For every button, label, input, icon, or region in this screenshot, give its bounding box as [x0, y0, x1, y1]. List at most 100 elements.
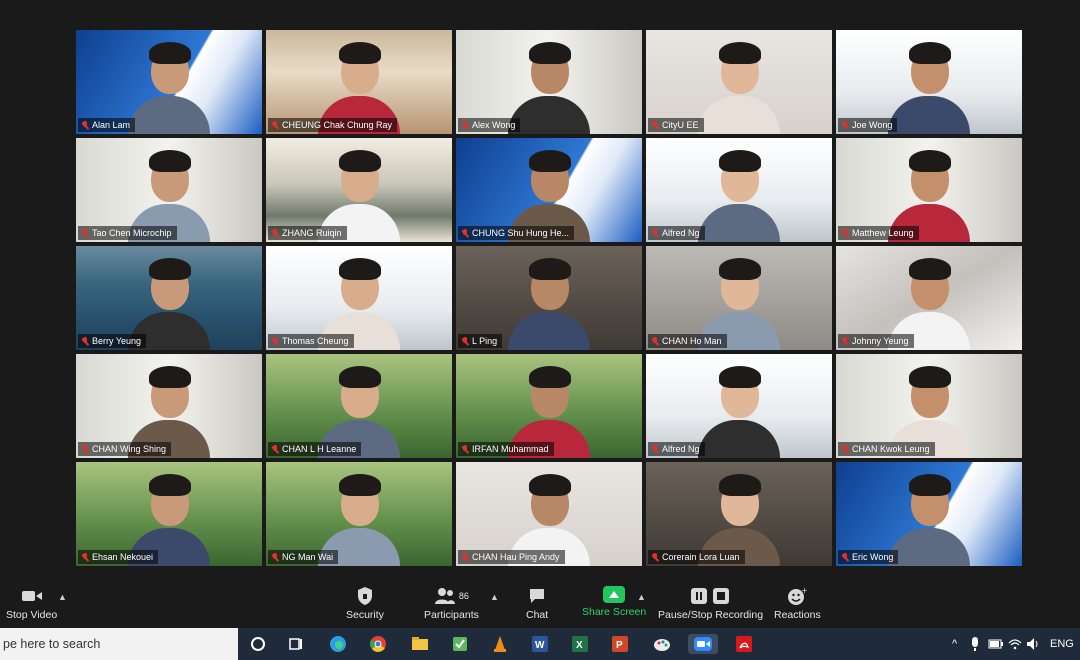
cortana-circle-icon[interactable]	[248, 634, 268, 654]
mic-muted-icon	[651, 552, 659, 562]
participant-tile[interactable]: NG Man Wai	[266, 462, 452, 566]
participant-name: L Ping	[472, 336, 498, 346]
checklist-app-icon[interactable]	[450, 634, 470, 654]
participant-name: CHUNG Shu Hung He...	[472, 228, 570, 238]
microphone-icon[interactable]	[968, 634, 982, 654]
participant-name: Johnny Yeung	[852, 336, 909, 346]
zoom-meeting-window: Alan Lam CHEUNG Chak Chung Ray Alex Wong Ci…	[0, 0, 1080, 660]
participant-name-tag: CHAN Kwok Leung	[838, 442, 935, 456]
participant-name: Joe Wong	[852, 120, 893, 130]
stop-video-button[interactable]: Stop Video	[6, 586, 57, 626]
participant-figure	[504, 250, 594, 350]
gallery-view: Alan Lam CHEUNG Chak Chung Ray Alex Wong Ci…	[76, 30, 1022, 568]
taskbar-search-box[interactable]: pe here to search	[0, 628, 238, 660]
mic-muted-icon	[81, 444, 89, 454]
excel-icon[interactable]: X	[570, 634, 590, 654]
file-explorer-icon[interactable]	[410, 634, 430, 654]
participant-name: CHEUNG Chak Chung Ray	[282, 120, 393, 130]
participant-name-tag: Ehsan Nekouei	[78, 550, 159, 564]
battery-icon[interactable]	[988, 634, 1004, 654]
participant-tile[interactable]: Alex Wong	[456, 30, 642, 134]
zoom-app-icon[interactable]	[688, 634, 718, 654]
participant-tile[interactable]: Corerain Lora Luan	[646, 462, 832, 566]
participant-tile[interactable]: Johnny Yeung	[836, 246, 1022, 350]
participant-tile[interactable]: Alfred Ng	[646, 354, 832, 458]
speaker-volume-icon[interactable]	[1026, 634, 1040, 654]
participant-name-tag: Alan Lam	[78, 118, 136, 132]
participant-name-tag: Eric Wong	[838, 550, 899, 564]
participant-tile[interactable]: CHUNG Shu Hung He...	[456, 138, 642, 242]
mic-muted-icon	[461, 444, 469, 454]
mic-muted-icon	[271, 552, 279, 562]
participant-name-tag: Tao Chen Microchip	[78, 226, 177, 240]
task-view-icon[interactable]	[286, 634, 306, 654]
chat-label: Chat	[526, 609, 549, 621]
meeting-toolbar: Stop Video ▲ Security 86 Participants ▲ …	[0, 578, 1080, 628]
participant-tile[interactable]: Alfred Ng	[646, 138, 832, 242]
participant-name-tag: Matthew Leung	[838, 226, 919, 240]
participant-tile[interactable]: Eric Wong	[836, 462, 1022, 566]
wifi-icon[interactable]	[1008, 634, 1022, 654]
participant-tile[interactable]: Thomas Cheung	[266, 246, 452, 350]
pause-stop-recording-button[interactable]: Pause/Stop Recording	[658, 586, 763, 626]
participant-tile[interactable]: Berry Yeung	[76, 246, 262, 350]
participant-name: Thomas Cheung	[282, 336, 349, 346]
participants-button[interactable]: 86 Participants	[424, 586, 479, 626]
mic-muted-icon	[651, 336, 659, 346]
participants-options-caret-icon[interactable]: ▲	[490, 592, 499, 602]
participant-name: CityU EE	[662, 120, 699, 130]
mic-muted-icon	[461, 336, 469, 346]
participant-tile[interactable]: IRFAN Muhammad	[456, 354, 642, 458]
security-button[interactable]: Security	[346, 586, 384, 626]
participant-name-tag: Alex Wong	[458, 118, 521, 132]
tray-overflow-icon[interactable]: ^	[952, 628, 957, 660]
participant-tile[interactable]: CHAN Hau Ping Andy	[456, 462, 642, 566]
acrobat-reader-icon[interactable]	[734, 634, 754, 654]
participant-tile[interactable]: CityU EE	[646, 30, 832, 134]
participant-name: Alex Wong	[472, 120, 516, 130]
vlc-cone-icon[interactable]	[490, 634, 510, 654]
participant-name: Berry Yeung	[92, 336, 142, 346]
participant-tile[interactable]: CHEUNG Chak Chung Ray	[266, 30, 452, 134]
participant-name-tag: Johnny Yeung	[838, 334, 914, 348]
participant-name: Ehsan Nekouei	[92, 552, 154, 562]
participant-tile[interactable]: Alan Lam	[76, 30, 262, 134]
mic-muted-icon	[651, 228, 659, 238]
participant-tile[interactable]: ZHANG Ruiqin	[266, 138, 452, 242]
share-options-caret-icon[interactable]: ▲	[637, 592, 646, 602]
participant-tile[interactable]: CHAN L H Leanne	[266, 354, 452, 458]
participant-tile[interactable]: Tao Chen Microchip	[76, 138, 262, 242]
participant-tile[interactable]: Matthew Leung	[836, 138, 1022, 242]
language-indicator[interactable]: ENG	[1050, 628, 1074, 660]
svg-text:P: P	[616, 640, 623, 651]
participant-name: Alfred Ng	[662, 444, 700, 454]
participants-label: Participants	[424, 609, 479, 621]
mic-muted-icon	[841, 336, 849, 346]
participant-tile[interactable]: Joe Wong	[836, 30, 1022, 134]
participant-tile[interactable]: L Ping	[456, 246, 642, 350]
participant-name: NG Man Wai	[282, 552, 334, 562]
participant-name-tag: Alfred Ng	[648, 442, 705, 456]
chrome-browser-icon[interactable]	[368, 634, 388, 654]
participant-figure	[884, 34, 974, 134]
reactions-button[interactable]: + Reactions	[774, 586, 821, 626]
participant-figure	[694, 142, 784, 242]
participants-count: 86	[458, 591, 469, 601]
powerpoint-icon[interactable]: P	[610, 634, 630, 654]
participant-tile[interactable]: Ehsan Nekouei	[76, 462, 262, 566]
video-options-caret-icon[interactable]: ▲	[58, 592, 67, 602]
participant-name: Matthew Leung	[852, 228, 914, 238]
paint-palette-icon[interactable]	[652, 634, 672, 654]
word-icon[interactable]: W	[530, 634, 550, 654]
chat-button[interactable]: Chat	[526, 586, 548, 626]
participant-tile[interactable]: CHAN Ho Man	[646, 246, 832, 350]
participant-name-tag: CHAN Wing Shing	[78, 442, 172, 456]
mic-muted-icon	[81, 120, 89, 130]
mic-muted-icon	[651, 444, 659, 454]
participant-name-tag: Corerain Lora Luan	[648, 550, 745, 564]
participant-name-tag: NG Man Wai	[268, 550, 339, 564]
participant-name-tag: CityU EE	[648, 118, 704, 132]
participant-tile[interactable]: CHAN Kwok Leung	[836, 354, 1022, 458]
edge-browser-icon[interactable]	[328, 634, 348, 654]
participant-tile[interactable]: CHAN Wing Shing	[76, 354, 262, 458]
